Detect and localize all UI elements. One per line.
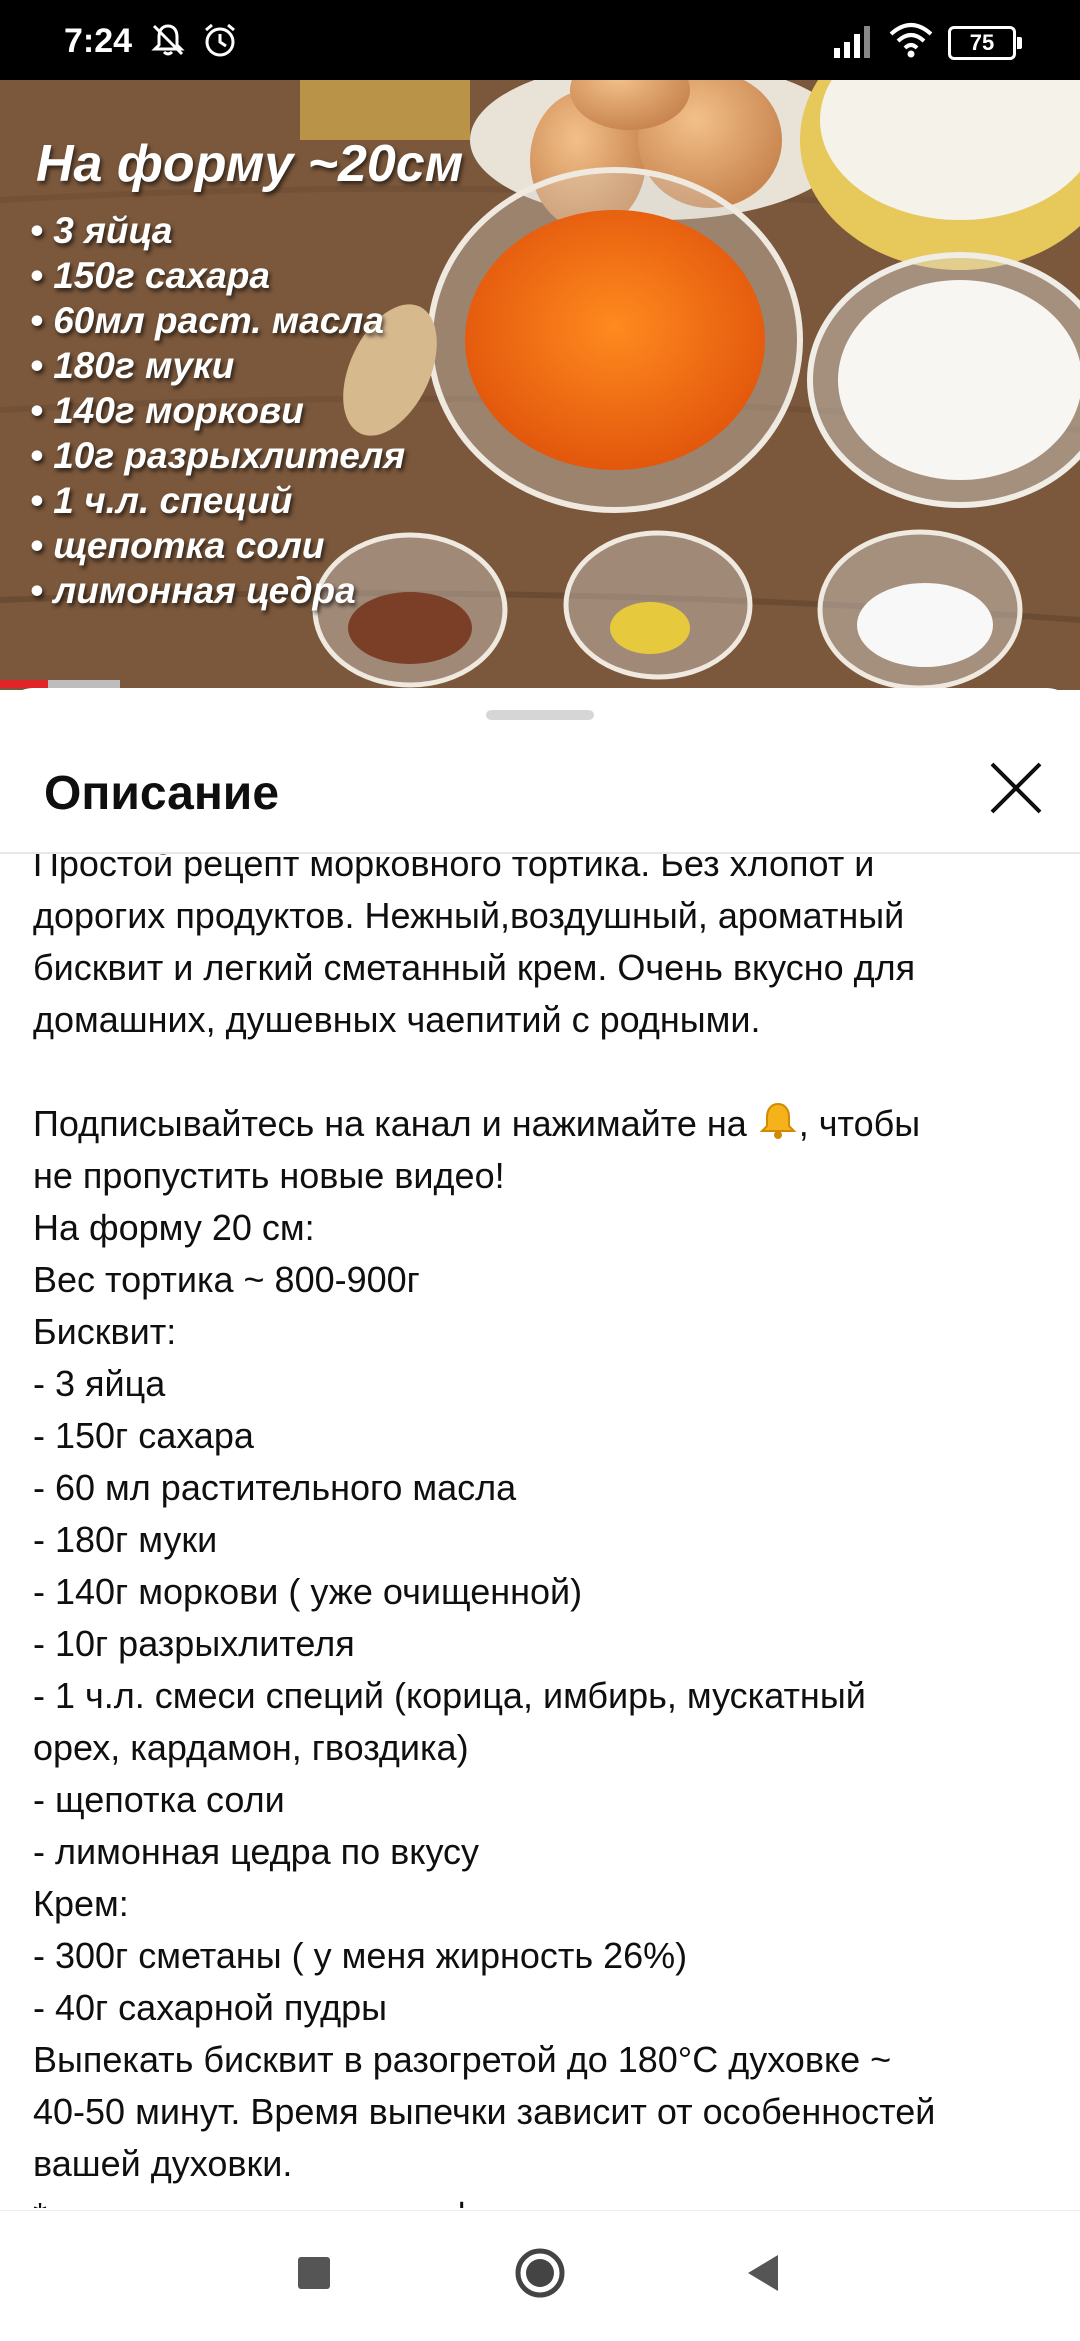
- battery-icon: 75: [948, 26, 1022, 60]
- bell-icon: [759, 1102, 797, 1139]
- overlay-ingredient: 140г моркови: [30, 388, 405, 433]
- alarm-icon: [200, 20, 240, 65]
- overlay-ingredient: щепотка соли: [30, 523, 405, 568]
- close-button[interactable]: [984, 756, 1048, 820]
- description-sheet: Простой рецепт морковного тортика. Без х…: [0, 688, 1080, 2208]
- home-circle-icon: [515, 2248, 565, 2298]
- drag-handle[interactable]: [486, 710, 594, 720]
- overlay-ingredient: 3 яйца: [30, 208, 405, 253]
- overlay-ingredient: лимонная цедра: [30, 568, 405, 613]
- video-player[interactable]: На форму ~20см 3 яйца150г сахара60мл рас…: [0, 80, 1080, 690]
- overlay-ingredient: 150г сахара: [30, 253, 405, 298]
- mute-icon: [148, 20, 188, 65]
- overlay-ingredient: 180г муки: [30, 343, 405, 388]
- sheet-header: Описание: [0, 728, 1080, 854]
- wifi-icon: [888, 22, 934, 65]
- home-button[interactable]: [514, 2247, 566, 2304]
- video-overlay-title: На форму ~20см: [36, 135, 464, 193]
- back-triangle-icon: [748, 2255, 778, 2291]
- back-button[interactable]: [742, 2251, 782, 2300]
- overlay-ingredient: 10г разрыхлителя: [30, 433, 405, 478]
- sheet-title: Описание: [44, 767, 280, 820]
- close-icon: [990, 762, 1042, 814]
- description-text: Простой рецепт морковного тортика. Без х…: [33, 838, 1053, 2208]
- overlay-ingredient: 1 ч.л. специй: [30, 478, 405, 523]
- status-time: 7:24: [64, 22, 133, 60]
- overlay-ingredient: 60мл раст. масла: [30, 298, 405, 343]
- video-progress-fill: [0, 680, 48, 688]
- navigation-bar: [0, 2210, 1080, 2341]
- recents-button[interactable]: [296, 2255, 332, 2296]
- signal-icon: [832, 24, 876, 65]
- square-icon: [298, 2257, 330, 2289]
- description-main: , чтобы не пропустить новые видео! На фо…: [33, 1103, 936, 2208]
- status-bar: 7:24 75: [0, 0, 1080, 80]
- video-overlay-ingredients: 3 яйца150г сахара60мл раст. масла180г му…: [30, 208, 405, 613]
- description-intro: Простой рецепт морковного тортика. Без х…: [33, 843, 916, 1144]
